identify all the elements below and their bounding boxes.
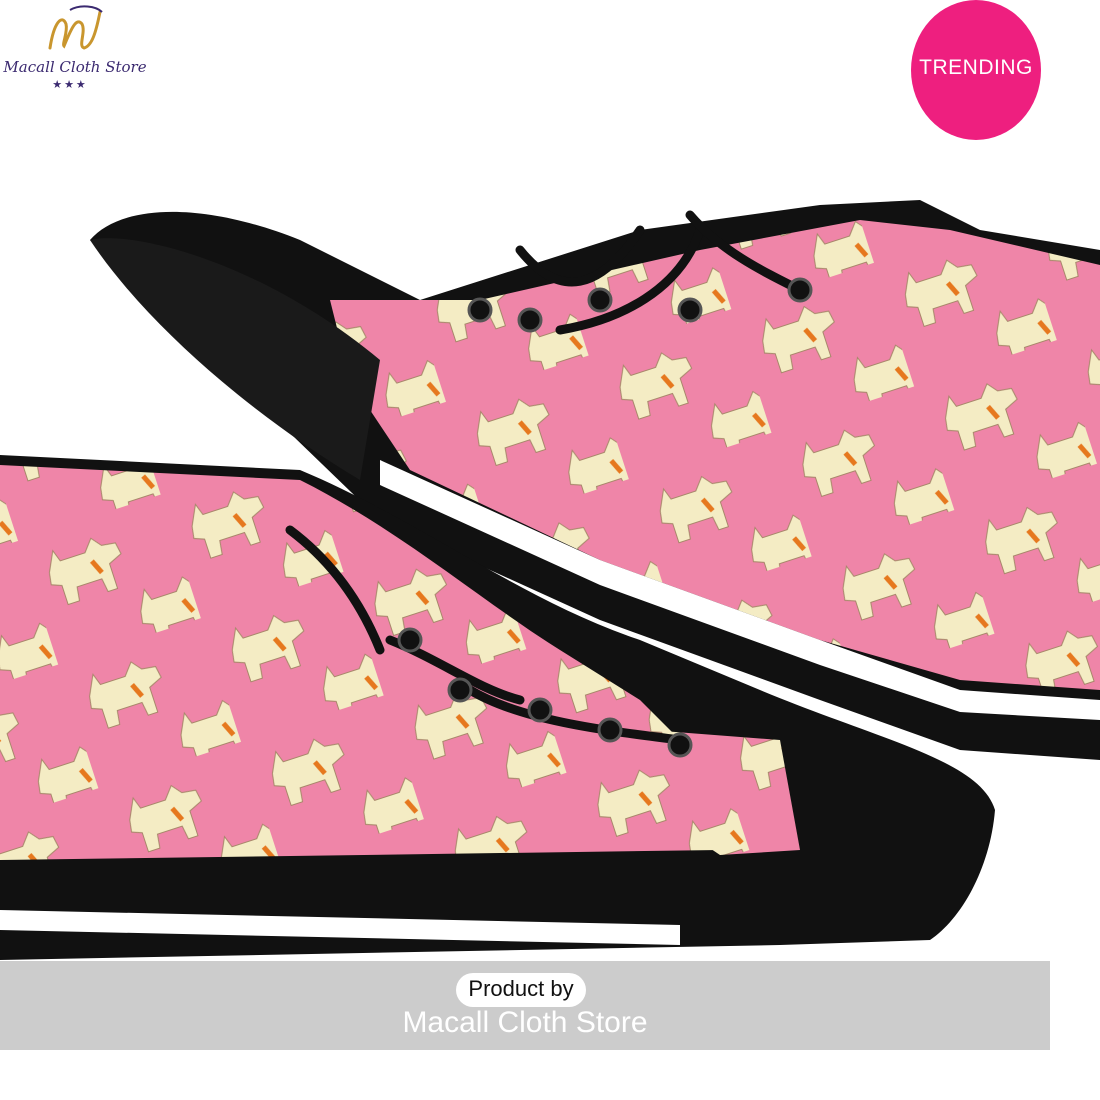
product-photo xyxy=(0,200,1100,960)
banner-store-name: Macall Cloth Store xyxy=(402,1006,648,1039)
banner-prefix: Product by xyxy=(468,976,574,1001)
